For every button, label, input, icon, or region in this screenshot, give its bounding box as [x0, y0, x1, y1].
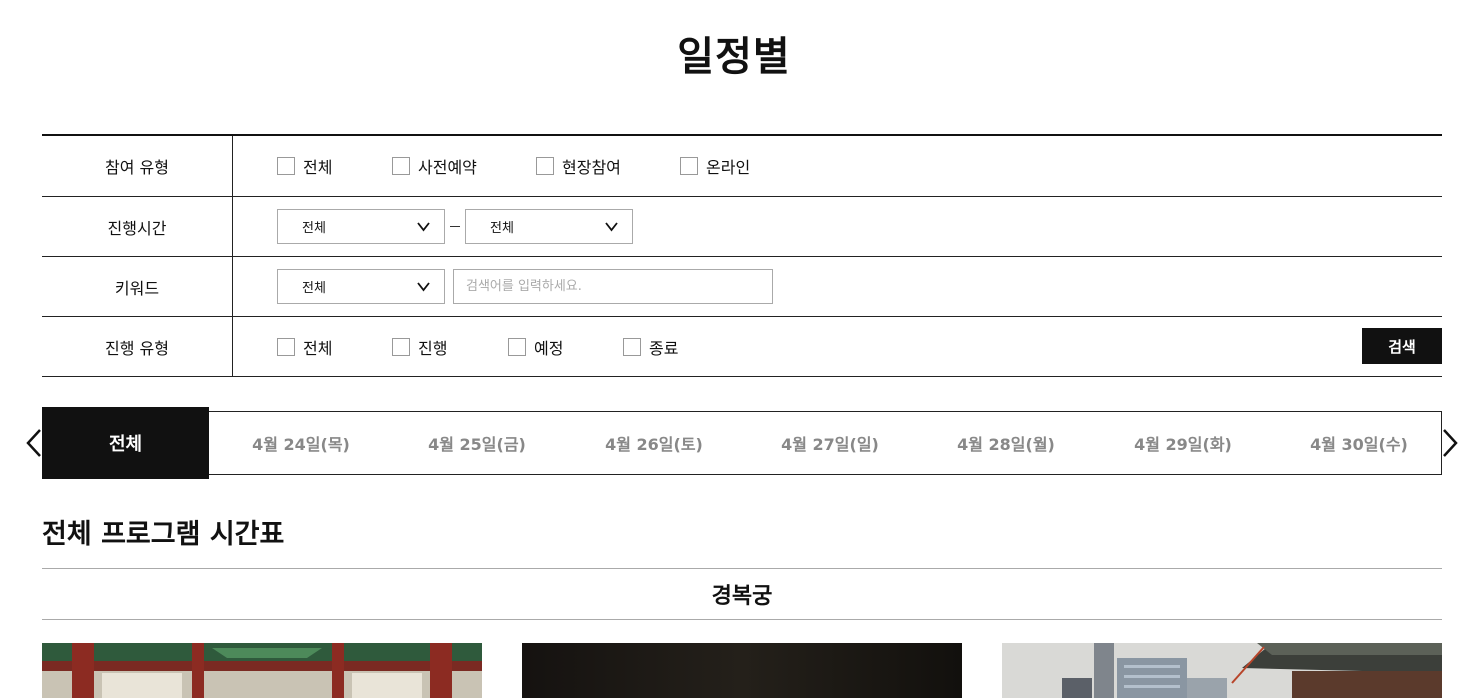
filter-label: 진행시간	[42, 197, 233, 256]
date-tab[interactable]: 4월 25일(금)	[397, 412, 557, 474]
participation-options: 전체 사전예약 현장참여 온라인	[233, 136, 1442, 196]
filter-row-time: 진행시간 전체 전체	[42, 197, 1442, 257]
filter-label: 진행 유형	[42, 317, 233, 376]
date-tab[interactable]: 4월 24일(목)	[221, 412, 381, 474]
chevron-down-icon	[417, 282, 430, 292]
time-selects: 전체 전체	[233, 197, 1442, 256]
palace-cityscape-image	[1002, 643, 1442, 698]
checkbox-box[interactable]	[536, 157, 554, 175]
checkbox-participation-online[interactable]: 온라인	[680, 154, 750, 178]
checkbox-label: 온라인	[706, 158, 751, 177]
checkbox-box[interactable]	[623, 337, 641, 356]
select-value: 전체	[302, 221, 326, 236]
checkbox-participation-all[interactable]: 전체	[277, 154, 392, 178]
status-options: 전체 진행 예정 종료 검색	[233, 317, 1442, 376]
checkbox-box[interactable]	[508, 337, 526, 356]
date-tabs: 전체 4월 24일(목) 4월 25일(금) 4월 26일(토) 4월 27일(…	[42, 407, 1442, 479]
date-tab[interactable]: 4월 26일(토)	[574, 412, 734, 474]
checkbox-status-all[interactable]: 전체	[277, 335, 392, 359]
keyword-type-select[interactable]: 전체	[277, 269, 445, 304]
date-tab[interactable]: 4월 27일(일)	[750, 412, 910, 474]
chevron-down-icon	[605, 222, 618, 232]
section-title: 전체 프로그램 시간표	[42, 519, 285, 550]
program-thumbnail[interactable]	[1002, 643, 1442, 698]
palace-gate-image	[42, 643, 482, 698]
date-tab[interactable]: 4월 28일(월)	[926, 412, 1086, 474]
select-value: 전체	[302, 281, 326, 296]
search-button[interactable]: 검색	[1362, 328, 1442, 364]
keyword-search-input[interactable]	[453, 269, 773, 304]
checkbox-participation-reservation[interactable]: 사전예약	[392, 154, 536, 178]
filter-label: 키워드	[42, 257, 233, 316]
page-title: 일정별	[677, 34, 791, 80]
keyword-controls: 전체	[233, 257, 1442, 316]
search-filter-table: 참여 유형 전체 사전예약 현장참여 온라인 진행시간 전체 전체 키워드 전체…	[42, 134, 1442, 377]
date-tab-all[interactable]: 전체	[42, 407, 209, 479]
checkbox-box[interactable]	[277, 157, 295, 175]
checkbox-box[interactable]	[392, 157, 410, 175]
date-tab[interactable]: 4월 29일(화)	[1103, 412, 1263, 474]
venue-name: 경복궁	[711, 584, 773, 609]
range-dash	[450, 226, 460, 227]
checkbox-status-ongoing[interactable]: 진행	[392, 335, 508, 359]
time-start-select[interactable]: 전체	[277, 209, 445, 244]
checkbox-label: 예정	[534, 338, 564, 358]
checkbox-box[interactable]	[277, 337, 295, 356]
program-thumbnail[interactable]	[42, 643, 482, 698]
venue-heading: 경복궁	[42, 568, 1442, 620]
checkbox-status-upcoming[interactable]: 예정	[508, 335, 623, 359]
checkbox-label: 종료	[649, 338, 679, 358]
checkbox-box[interactable]	[392, 337, 410, 356]
checkbox-label: 진행	[418, 338, 448, 358]
checkbox-label: 사전예약	[418, 158, 477, 177]
checkbox-status-ended[interactable]: 종료	[623, 335, 678, 359]
dark-stage-image	[522, 643, 962, 698]
select-value: 전체	[490, 221, 514, 236]
checkbox-label: 전체	[303, 338, 333, 358]
time-end-select[interactable]: 전체	[465, 209, 633, 244]
date-tab[interactable]: 4월 30일(수)	[1279, 412, 1439, 474]
checkbox-label: 현장참여	[562, 158, 621, 177]
filter-row-status: 진행 유형 전체 진행 예정 종료 검색	[42, 317, 1442, 377]
checkbox-participation-onsite[interactable]: 현장참여	[536, 154, 680, 178]
chevron-down-icon	[417, 222, 430, 232]
filter-row-keyword: 키워드 전체	[42, 257, 1442, 317]
checkbox-box[interactable]	[680, 157, 698, 175]
chevron-left-icon[interactable]	[24, 428, 44, 458]
filter-label: 참여 유형	[42, 136, 233, 196]
checkbox-label: 전체	[303, 158, 333, 177]
filter-row-participation: 참여 유형 전체 사전예약 현장참여 온라인	[42, 136, 1442, 197]
chevron-right-icon[interactable]	[1440, 428, 1460, 458]
program-thumbnail[interactable]	[522, 643, 962, 698]
